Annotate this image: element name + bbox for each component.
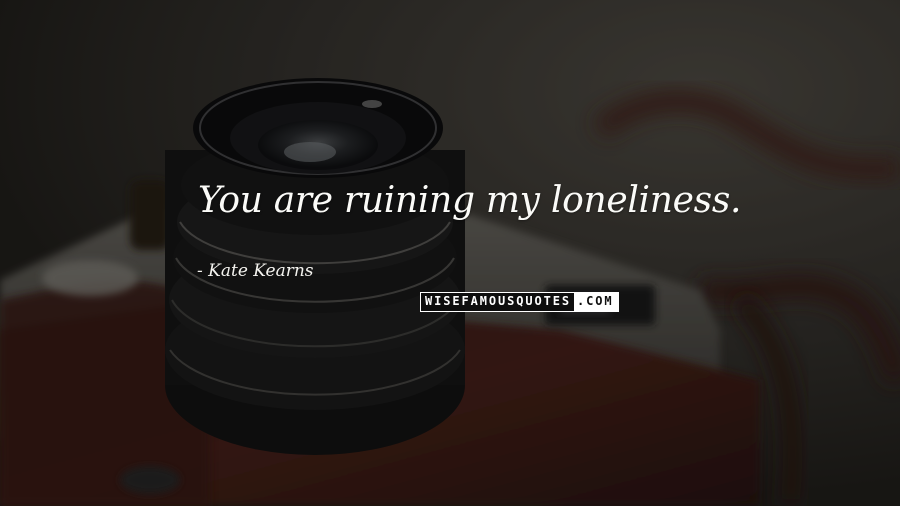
watermark-domain: .COM xyxy=(574,293,618,311)
quote-card: You are ruining my loneliness. - Kate Ke… xyxy=(0,0,900,506)
dark-overlay xyxy=(0,0,900,506)
watermark-site-name: WISEFAMOUSQUOTES xyxy=(421,293,574,311)
quote-text: You are ruining my loneliness. xyxy=(198,180,742,221)
watermark-logo: WISEFAMOUSQUOTES .COM xyxy=(420,292,619,312)
quote-author: - Kate Kearns xyxy=(197,261,314,281)
